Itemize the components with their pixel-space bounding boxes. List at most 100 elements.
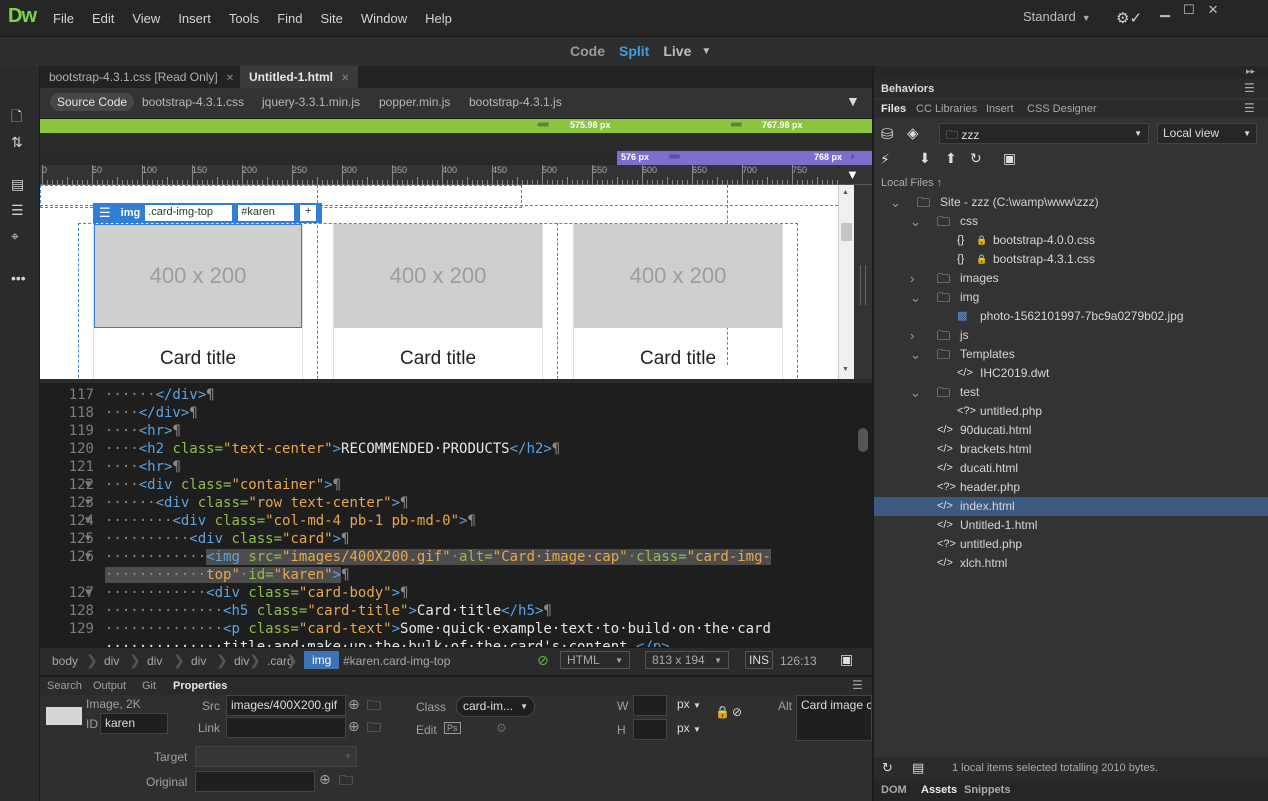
tab-files[interactable]: Files xyxy=(881,103,906,115)
expand-chevron-icon[interactable]: ⌄ xyxy=(910,345,921,364)
code-line[interactable]: ······<div class="row text-center">¶ xyxy=(105,494,408,512)
no-errors-icon[interactable]: ⊘ xyxy=(537,652,549,669)
collapse-chevron-icon[interactable]: › xyxy=(910,326,914,345)
edit-settings-icon[interactable]: ⚙ xyxy=(496,721,507,735)
tab-bootstrap-css[interactable]: bootstrap-4.3.1.css [Read Only] ✕ xyxy=(40,66,243,88)
tab-snippets[interactable]: Snippets xyxy=(964,784,1010,796)
maximize-icon[interactable]: ☐ xyxy=(1183,2,1195,18)
tab-assets[interactable]: Assets xyxy=(921,784,957,796)
menu-window[interactable]: Window xyxy=(352,11,416,26)
reset-size-icon[interactable]: ⊘ xyxy=(732,705,742,719)
document-type-select[interactable]: HTML ▼ xyxy=(560,651,630,669)
expand-chevron-icon[interactable]: ⌄ xyxy=(910,383,921,402)
live-scrollbar[interactable]: ▲ ▼ xyxy=(838,185,854,379)
file-tree-item[interactable]: <?> untitled.php xyxy=(874,535,1268,554)
behaviors-title[interactable]: Behaviors xyxy=(881,83,934,95)
file-tree-item[interactable]: <?> untitled.php xyxy=(874,402,1268,421)
close-tab-icon[interactable]: ✕ xyxy=(341,73,349,84)
menu-file[interactable]: File xyxy=(44,11,83,26)
fold-icon[interactable]: ▼ xyxy=(85,476,91,494)
browse-folder-icon[interactable]: 🗀 xyxy=(339,770,353,794)
card-title[interactable]: Card title xyxy=(94,348,302,370)
local-files-header[interactable]: Local Files ↑ xyxy=(881,177,942,189)
code-scroll-thumb[interactable] xyxy=(858,428,868,452)
lock-icon[interactable]: 🔒 xyxy=(715,705,730,719)
log-icon[interactable]: ▤ xyxy=(912,760,924,776)
width-field[interactable] xyxy=(633,695,667,716)
card-image[interactable]: 400 x 200 xyxy=(574,224,782,328)
media-query-bar-min[interactable]: 576 px ›››››››› 768 px ›› xyxy=(40,151,872,165)
code-line[interactable]: ············<div class="card-body">¶ xyxy=(105,584,408,602)
expand-chevron-icon[interactable]: ⌄ xyxy=(890,193,901,212)
fold-icon[interactable]: ▼ xyxy=(85,548,91,566)
card-image[interactable]: 400 x 200 xyxy=(334,224,542,328)
related-source-code[interactable]: Source Code xyxy=(50,93,135,111)
tab-insert[interactable]: Insert xyxy=(986,103,1014,115)
code-view-button[interactable]: Code xyxy=(570,43,605,59)
site-icon[interactable]: ⛁ xyxy=(881,125,894,143)
preview-icon[interactable]: ▣ xyxy=(840,651,853,668)
file-tree-item[interactable]: ⌄ 🗀 test xyxy=(874,383,1268,402)
original-field[interactable] xyxy=(195,771,315,792)
tab-untitled-1[interactable]: Untitled-1.html ✕ xyxy=(240,66,359,88)
site-select[interactable]: 🗀 zzz ▼ xyxy=(939,123,1149,144)
insert-mode[interactable]: INS xyxy=(745,651,774,669)
menu-view[interactable]: View xyxy=(123,11,169,26)
window-size-select[interactable]: 813 x 194 ▼ xyxy=(645,651,729,669)
tab-git[interactable]: Git xyxy=(142,680,156,692)
breadcrumb-div[interactable]: div xyxy=(234,654,249,668)
live-view-button[interactable]: Live xyxy=(663,43,691,59)
element-hud[interactable]: ☰ img .card-img-top #karen + xyxy=(93,203,322,223)
breadcrumb-div[interactable]: div xyxy=(147,654,162,668)
code-line[interactable]: ····<hr>¶ xyxy=(105,458,181,476)
card-title[interactable]: Card title xyxy=(334,348,542,370)
filter-icon[interactable]: ▼ xyxy=(846,93,860,109)
file-tree-item[interactable]: </> xlch.html xyxy=(874,554,1268,573)
file-tree-item[interactable]: </> ducati.html xyxy=(874,459,1268,478)
file-tree-item[interactable]: ⌄ 🗀 img xyxy=(874,288,1268,307)
code-line[interactable]: ······</div>¶ xyxy=(105,386,215,404)
get-files-icon[interactable]: ⬇ xyxy=(919,150,931,167)
breadcrumb-img[interactable]: img xyxy=(304,651,340,669)
fold-icon[interactable]: ▼ xyxy=(85,512,91,530)
file-tree-item[interactable]: </> IHC2019.dwt xyxy=(874,364,1268,383)
point-to-file-icon[interactable]: ⊕ xyxy=(348,696,360,713)
tab-output[interactable]: Output xyxy=(93,680,126,692)
minimize-icon[interactable]: ▁ xyxy=(1160,2,1170,18)
width-unit[interactable]: px ▼ xyxy=(673,695,713,716)
close-tab-icon[interactable]: ✕ xyxy=(226,73,234,84)
hud-class-field[interactable]: .card-img-top xyxy=(145,205,233,221)
tab-search[interactable]: Search xyxy=(47,680,82,692)
git-icon[interactable]: ◈ xyxy=(907,124,919,142)
class-select[interactable]: card-im... ▼ xyxy=(456,696,535,717)
workspace-switcher[interactable]: Standard ▼ xyxy=(1023,9,1091,24)
file-management-icon[interactable]: ⇅ xyxy=(11,134,23,151)
tab-dom[interactable]: DOM xyxy=(881,784,907,796)
link-field[interactable] xyxy=(226,717,346,738)
code-line[interactable]: ····<h2 class="text-center">RECOMMENDED·… xyxy=(105,440,560,458)
file-tree-item[interactable]: {} 🔒 bootstrap-4.0.0.css xyxy=(874,231,1268,250)
breadcrumb-div[interactable]: div xyxy=(191,654,206,668)
fold-icon[interactable]: ▼ xyxy=(85,494,91,512)
file-tree-item[interactable]: › 🗀 images xyxy=(874,269,1268,288)
point-to-file-icon[interactable]: ⊕ xyxy=(348,718,360,735)
menu-edit[interactable]: Edit xyxy=(83,11,123,26)
code-line[interactable]: ··············<p class="card-text">Some·… xyxy=(105,620,771,638)
menu-find[interactable]: Find xyxy=(268,11,311,26)
src-field[interactable]: images/400X200.gif xyxy=(226,695,346,716)
collapse-chevron-icon[interactable]: › xyxy=(910,269,914,288)
file-tree-item[interactable]: ▩ photo-1562101997-7bc9a0279b02.jpg xyxy=(874,307,1268,326)
card-title[interactable]: Card title xyxy=(574,348,782,370)
expand-chevron-icon[interactable]: ⌄ xyxy=(910,212,921,231)
scroll-up-icon[interactable]: ▲ xyxy=(842,189,849,196)
collapse-icon[interactable]: ▸▸ xyxy=(1246,66,1255,77)
code-line[interactable]: ····<div class="container">¶ xyxy=(105,476,341,494)
card-image-selected[interactable]: 400 x 200 xyxy=(94,224,302,328)
file-tree-item[interactable]: ⌄ 🗀 Templates xyxy=(874,345,1268,364)
file-tree-item[interactable]: ⌄ 🗀 Site - zzz (C:\wamp\www\zzz) xyxy=(874,193,1268,212)
refresh-icon[interactable]: ↻ xyxy=(970,150,982,167)
code-line[interactable]: ········<div class="col-md-4 pb-1 pb-md-… xyxy=(105,512,476,530)
file-tree-item[interactable]: {} 🔒 bootstrap-4.3.1.css xyxy=(874,250,1268,269)
code-line[interactable]: ····<hr>¶ xyxy=(105,422,181,440)
refresh-icon[interactable]: ↻ xyxy=(882,760,893,776)
